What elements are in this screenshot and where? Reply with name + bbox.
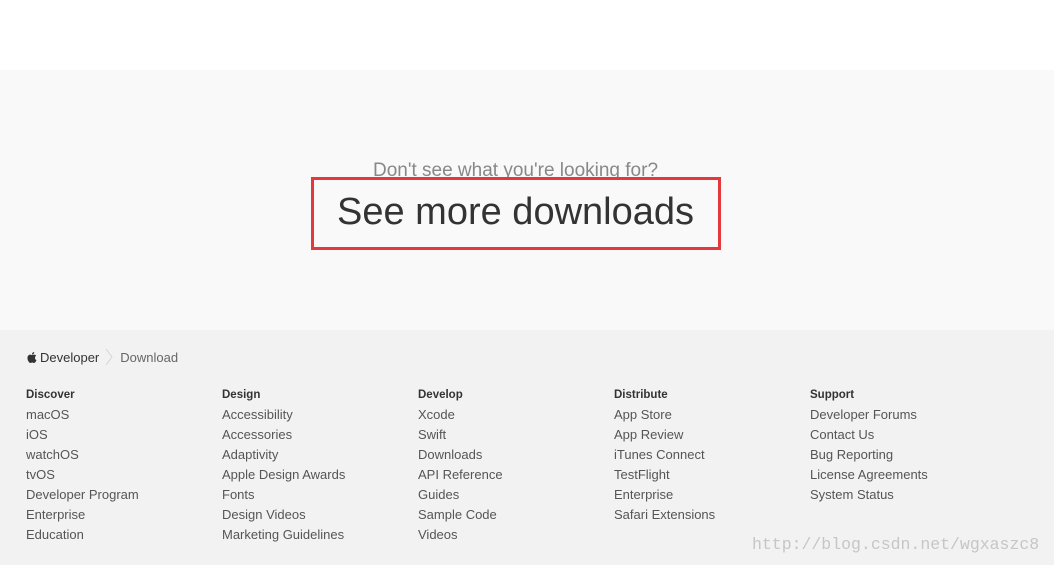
footer-heading-distribute: Distribute: [614, 389, 668, 401]
footer-column-distribute: Distribute App Store App Review iTunes C…: [614, 385, 804, 525]
chevron-right-icon: [105, 348, 113, 366]
footer-link-app-review[interactable]: App Review: [614, 425, 804, 445]
footer-link-watchos[interactable]: watchOS: [26, 445, 216, 465]
breadcrumb-current-page: Download: [120, 349, 179, 365]
footer-link-safari-extensions[interactable]: Safari Extensions: [614, 505, 804, 525]
footer-link-license-agreements[interactable]: License Agreements: [810, 465, 1000, 485]
footer-link-xcode[interactable]: Xcode: [418, 405, 608, 425]
breadcrumb-home-label: Developer: [40, 349, 100, 365]
footer-link-apple-design-awards[interactable]: Apple Design Awards: [222, 465, 412, 485]
footer-link-distribute-enterprise[interactable]: Enterprise: [614, 485, 804, 505]
footer-link-api-reference[interactable]: API Reference: [418, 465, 608, 485]
footer-link-downloads[interactable]: Downloads: [418, 445, 608, 465]
see-more-downloads-link[interactable]: See more downloads: [0, 190, 1031, 234]
footer-column-support: Support Developer Forums Contact Us Bug …: [810, 385, 1000, 505]
footer-link-testflight[interactable]: TestFlight: [614, 465, 804, 485]
cta-prompt-text: Don't see what you're looking for?: [372, 160, 659, 181]
apple-logo-icon: [26, 351, 38, 364]
footer-link-tvos[interactable]: tvOS: [26, 465, 216, 485]
footer-link-marketing-guidelines[interactable]: Marketing Guidelines: [222, 525, 412, 545]
more-downloads-section: Don't see what you're looking for? See m…: [0, 70, 1054, 330]
footer-link-education[interactable]: Education: [26, 525, 216, 545]
footer-link-contact-us[interactable]: Contact Us: [810, 425, 1000, 445]
footer-heading-support: Support: [810, 389, 855, 401]
footer-link-system-status[interactable]: System Status: [810, 485, 1000, 505]
footer-link-enterprise[interactable]: Enterprise: [26, 505, 216, 525]
top-blank-area: [0, 0, 1054, 70]
site-footer: Developer Download Discover macOS iOS wa…: [0, 330, 1054, 565]
footer-link-developer-forums[interactable]: Developer Forums: [810, 405, 1000, 425]
footer-column-discover: Discover macOS iOS watchOS tvOS Develope…: [26, 385, 216, 545]
footer-link-swift[interactable]: Swift: [418, 425, 608, 445]
breadcrumb-home-link[interactable]: Developer: [26, 350, 99, 365]
watermark-url: http://blog.csdn.net/wgxaszc8: [752, 535, 1040, 554]
footer-heading-design: Design: [222, 389, 261, 401]
footer-heading-discover: Discover: [26, 389, 75, 401]
footer-link-ios[interactable]: iOS: [26, 425, 216, 445]
footer-link-fonts[interactable]: Fonts: [222, 485, 412, 505]
footer-link-app-store[interactable]: App Store: [614, 405, 804, 425]
footer-link-guides[interactable]: Guides: [418, 485, 608, 505]
footer-column-design: Design Accessibility Accessories Adaptiv…: [222, 385, 412, 545]
footer-link-adaptivity[interactable]: Adaptivity: [222, 445, 412, 465]
breadcrumb: Developer Download: [26, 348, 178, 366]
footer-link-itunes-connect[interactable]: iTunes Connect: [614, 445, 804, 465]
footer-link-sample-code[interactable]: Sample Code: [418, 505, 608, 525]
footer-link-accessibility[interactable]: Accessibility: [222, 405, 412, 425]
footer-link-videos[interactable]: Videos: [418, 525, 608, 545]
footer-link-design-videos[interactable]: Design Videos: [222, 505, 412, 525]
footer-heading-develop: Develop: [418, 389, 463, 401]
footer-link-macos[interactable]: macOS: [26, 405, 216, 425]
footer-link-accessories[interactable]: Accessories: [222, 425, 412, 445]
footer-link-bug-reporting[interactable]: Bug Reporting: [810, 445, 1000, 465]
footer-link-developer-program[interactable]: Developer Program: [26, 485, 216, 505]
footer-column-develop: Develop Xcode Swift Downloads API Refere…: [418, 385, 608, 545]
